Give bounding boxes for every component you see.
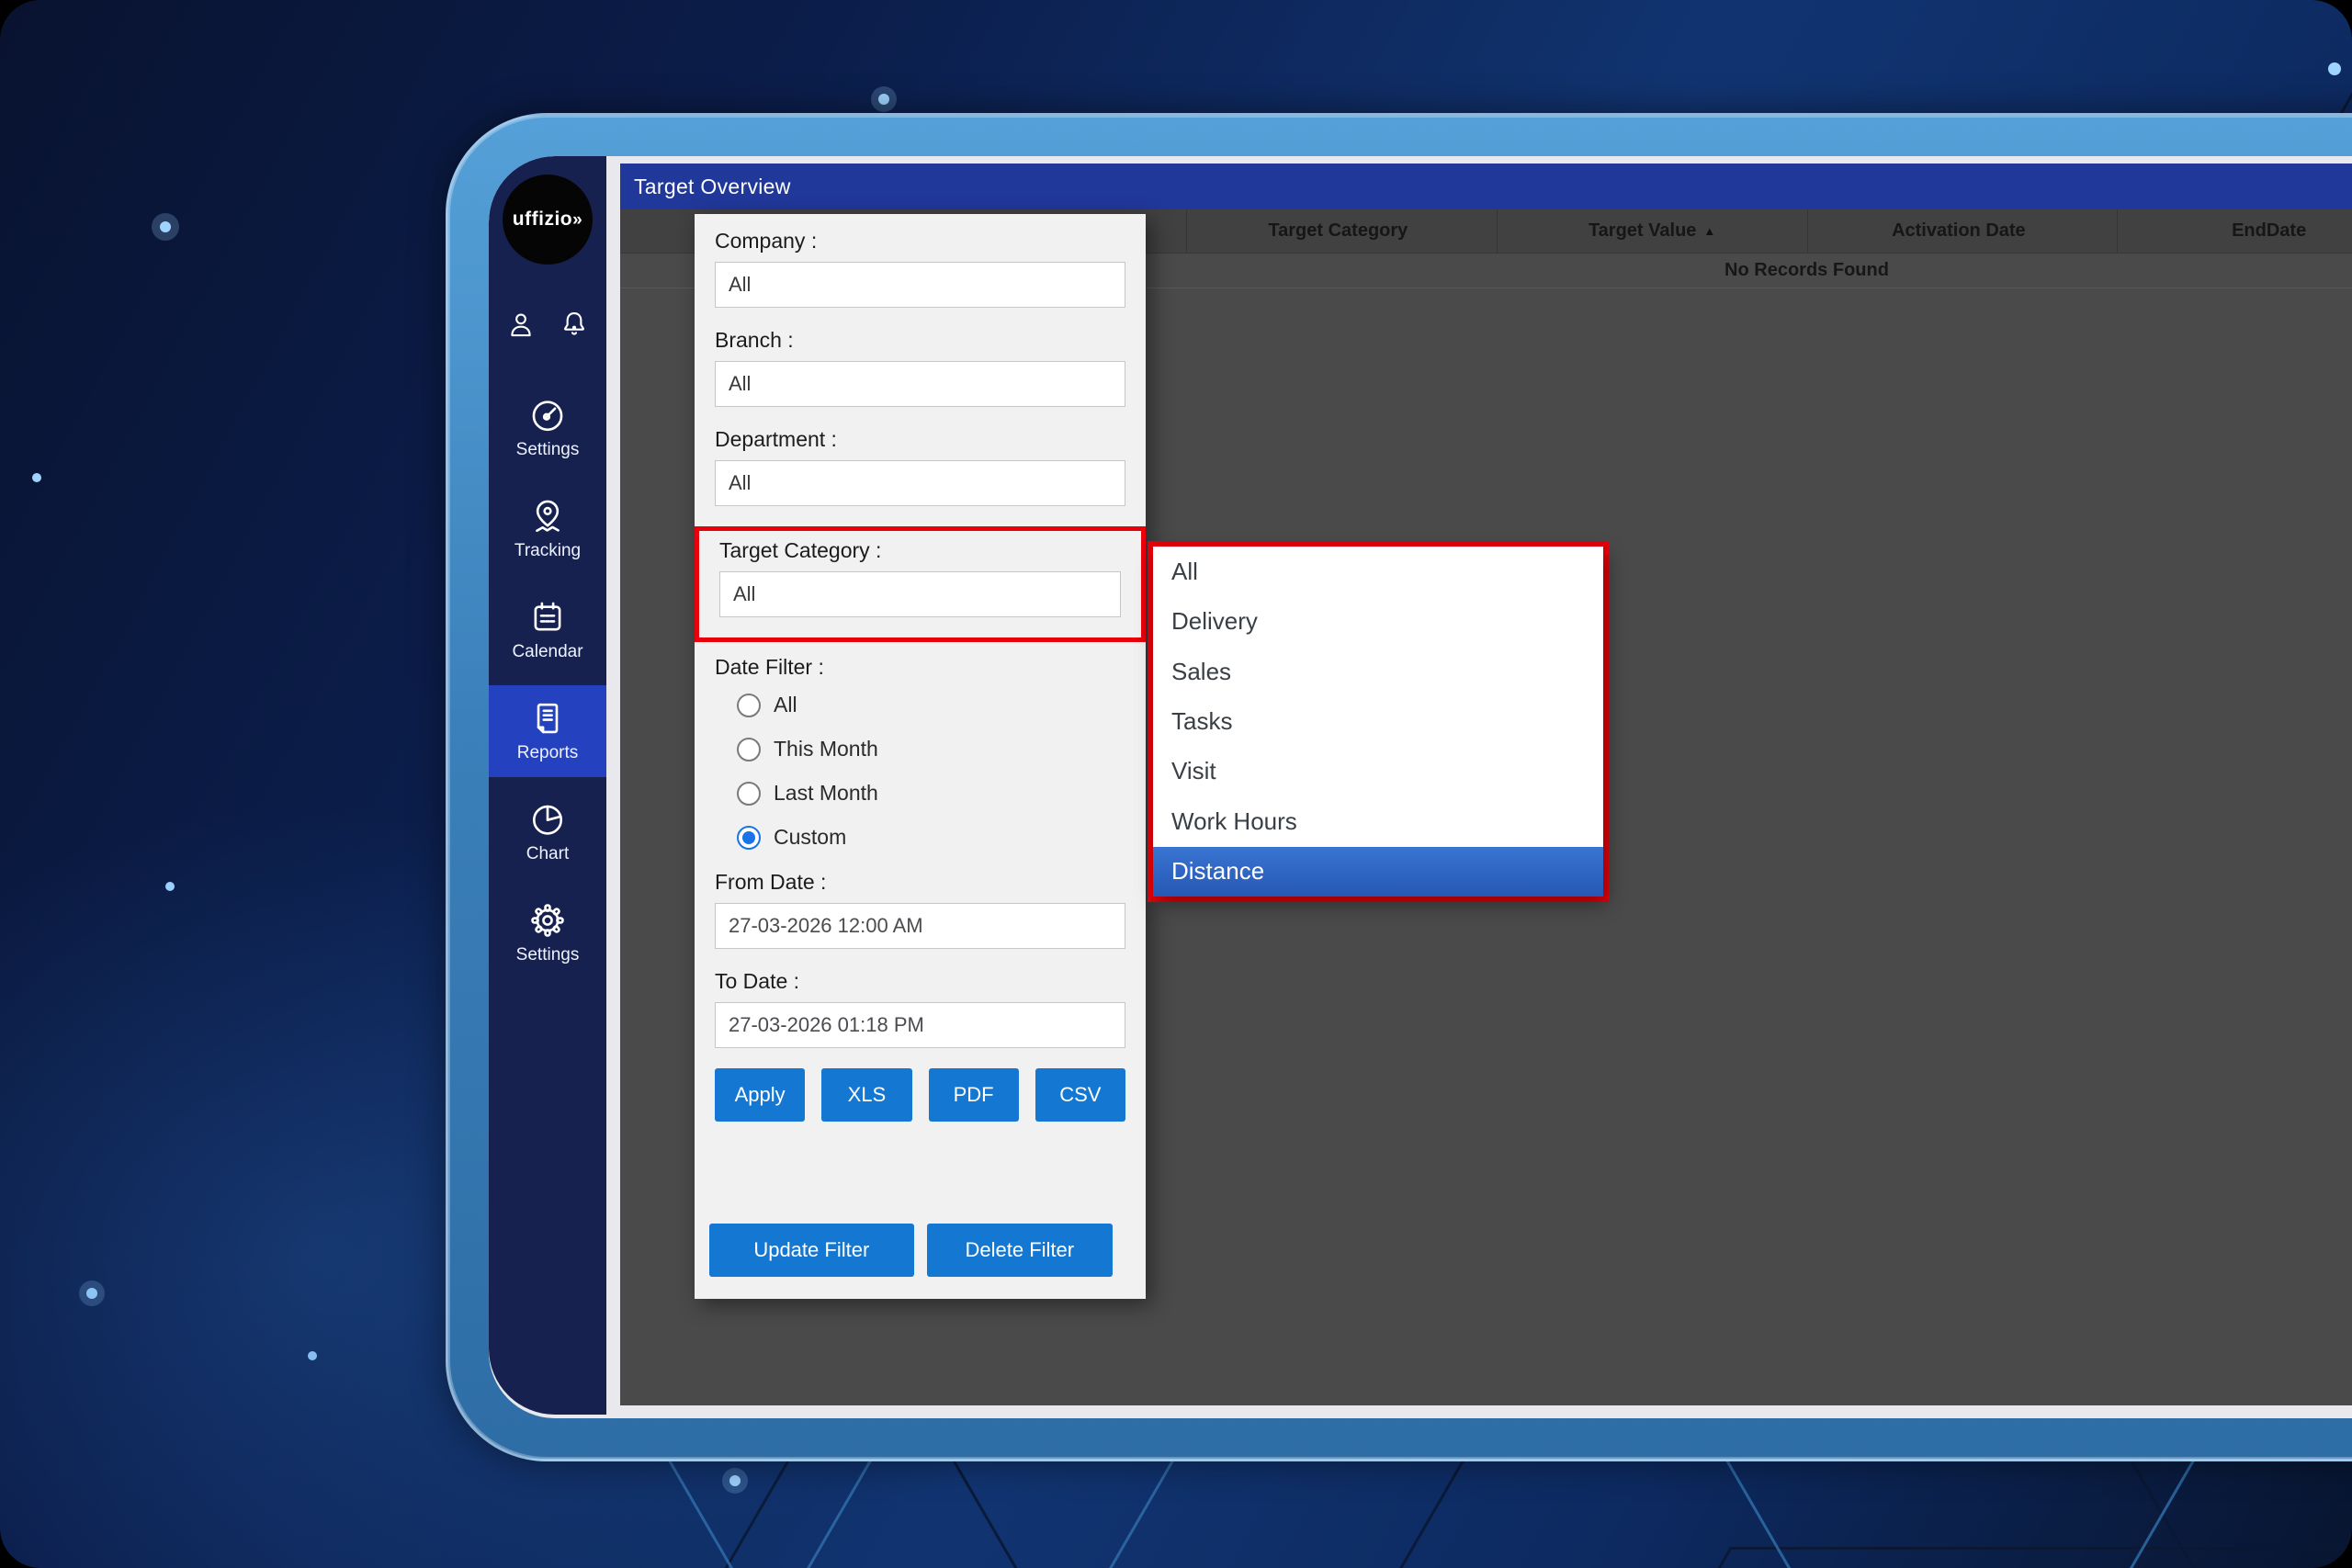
bell-icon[interactable]: [559, 309, 590, 340]
date-filter-option[interactable]: This Month: [737, 737, 1125, 761]
saved-filter-button-row: Update Filter Delete Filter: [709, 1224, 1113, 1277]
table-column-label: Target Value: [1589, 220, 1696, 242]
saved-filter-button[interactable]: Update Filter: [709, 1224, 914, 1277]
date-filter-option[interactable]: Last Month: [737, 781, 1125, 806]
screenshot-stage: uffizio»: [0, 0, 2352, 1568]
table-column-label: EndDate: [2232, 220, 2306, 242]
user-icon[interactable]: [505, 309, 537, 340]
target-category-field-group: Target Category :: [719, 538, 1121, 617]
from-date-field-group: From Date :: [715, 870, 1125, 949]
export-button[interactable]: XLS: [821, 1068, 911, 1122]
sidebar-nav-label: Tracking: [514, 541, 581, 561]
department-label: Department :: [715, 427, 1125, 452]
sidebar-nav-item[interactable]: Settings: [489, 382, 606, 474]
sidebar-nav-icon: [528, 901, 567, 940]
brand-logo-text: uffizio»: [513, 209, 582, 231]
page-title: Target Overview: [634, 175, 791, 199]
target-category-dropdown: All Delivery Sales Tasks Visit: [1153, 547, 1603, 897]
sidebar-nav-item[interactable]: Calendar: [489, 584, 606, 676]
export-button-row: Apply XLS PDF CSV: [715, 1068, 1125, 1122]
table-column-header[interactable]: EndDate: [2117, 209, 2352, 253]
brand-logo-arrow: »: [572, 210, 582, 230]
dropdown-option-label: Distance: [1171, 857, 1264, 886]
sidebar-nav-icon: [528, 598, 567, 637]
company-input[interactable]: [715, 262, 1125, 308]
table-column-label: Activation Date: [1892, 220, 2026, 242]
radio-label: Last Month: [774, 781, 878, 806]
date-filter-label: Date Filter :: [715, 655, 1125, 680]
department-input[interactable]: [715, 460, 1125, 506]
sidebar-nav-icon: [528, 699, 567, 738]
radio-label: Custom: [774, 825, 846, 850]
dropdown-option[interactable]: Distance: [1153, 847, 1603, 897]
sidebar-nav-icon: [528, 497, 567, 536]
export-button[interactable]: Apply: [715, 1068, 805, 1122]
sidebar-nav-label: Chart: [526, 844, 569, 864]
target-category-input[interactable]: [719, 571, 1121, 617]
radio-button[interactable]: [737, 782, 761, 806]
to-date-field-group: To Date :: [715, 969, 1125, 1048]
radio-button[interactable]: [737, 694, 761, 717]
page-title-bar: Target Overview: [620, 164, 2352, 209]
dropdown-highlight-annotation: All Delivery Sales Tasks Visit: [1148, 541, 1609, 902]
table-column-label: Target Category: [1268, 220, 1408, 242]
export-button[interactable]: CSV: [1035, 1068, 1125, 1122]
to-date-input[interactable]: [715, 1002, 1125, 1048]
dropdown-option[interactable]: Visit: [1153, 747, 1603, 796]
sidebar-top-icons: [505, 309, 590, 340]
dropdown-option-label: Work Hours: [1171, 807, 1297, 836]
radio-label: This Month: [774, 737, 878, 761]
table-column-header[interactable]: Activation Date: [1807, 209, 2118, 253]
company-label: Company :: [715, 229, 1125, 254]
sidebar-nav-label: Reports: [517, 743, 579, 763]
to-date-label: To Date :: [715, 969, 1125, 994]
sidebar-nav-icon: [528, 800, 567, 839]
dropdown-option[interactable]: Sales: [1153, 647, 1603, 696]
dropdown-option[interactable]: Tasks: [1153, 696, 1603, 746]
dropdown-option-label: Delivery: [1171, 607, 1258, 636]
date-filter-group: Date Filter : All This Month Last Mo: [715, 655, 1125, 850]
company-field-group: Company :: [715, 229, 1125, 308]
date-filter-option[interactable]: All: [737, 693, 1125, 717]
table-column-header[interactable]: Target Value ▲: [1497, 209, 1807, 253]
radio-button[interactable]: [737, 826, 761, 850]
sidebar-nav-label: Calendar: [512, 642, 582, 662]
from-date-label: From Date :: [715, 870, 1125, 895]
table-empty-message: No Records Found: [1186, 260, 2352, 281]
target-category-highlight-annotation: Target Category :: [695, 526, 1146, 642]
sidebar-nav: Settings Tracking: [489, 382, 606, 988]
sidebar: uffizio»: [489, 156, 606, 1415]
sidebar-nav-label: Settings: [516, 945, 580, 965]
dropdown-option[interactable]: Delivery: [1153, 596, 1603, 646]
export-button[interactable]: PDF: [929, 1068, 1019, 1122]
filter-panel: Company : Branch : Department : Target C…: [695, 214, 1146, 1299]
sidebar-nav-item[interactable]: Settings: [489, 887, 606, 979]
sidebar-nav-item[interactable]: Tracking: [489, 483, 606, 575]
dropdown-option-label: Tasks: [1171, 707, 1232, 736]
target-category-label: Target Category :: [719, 538, 1121, 563]
radio-label: All: [774, 693, 797, 717]
branch-label: Branch :: [715, 328, 1125, 353]
dropdown-option[interactable]: Work Hours: [1153, 796, 1603, 846]
sidebar-nav-item[interactable]: Reports: [489, 685, 606, 777]
sidebar-nav-icon: [528, 396, 567, 434]
department-field-group: Department :: [715, 427, 1125, 506]
sidebar-nav-label: Settings: [516, 440, 580, 460]
table-column-header[interactable]: Target Category: [1186, 209, 1497, 253]
from-date-input[interactable]: [715, 903, 1125, 949]
brand-logo: uffizio»: [503, 175, 593, 265]
sidebar-nav-item[interactable]: Chart: [489, 786, 606, 878]
saved-filter-button[interactable]: Delete Filter: [927, 1224, 1113, 1277]
radio-button[interactable]: [737, 738, 761, 761]
date-filter-option[interactable]: Custom: [737, 825, 1125, 850]
dropdown-option-label: Visit: [1171, 757, 1216, 785]
branch-input[interactable]: [715, 361, 1125, 407]
branch-field-group: Branch :: [715, 328, 1125, 407]
date-filter-options: All This Month Last Month Custom: [737, 693, 1125, 850]
dropdown-option-label: All: [1171, 558, 1198, 586]
dropdown-option[interactable]: All: [1153, 547, 1603, 596]
sort-arrow-icon: ▲: [1703, 224, 1715, 238]
dropdown-option-label: Sales: [1171, 658, 1231, 686]
